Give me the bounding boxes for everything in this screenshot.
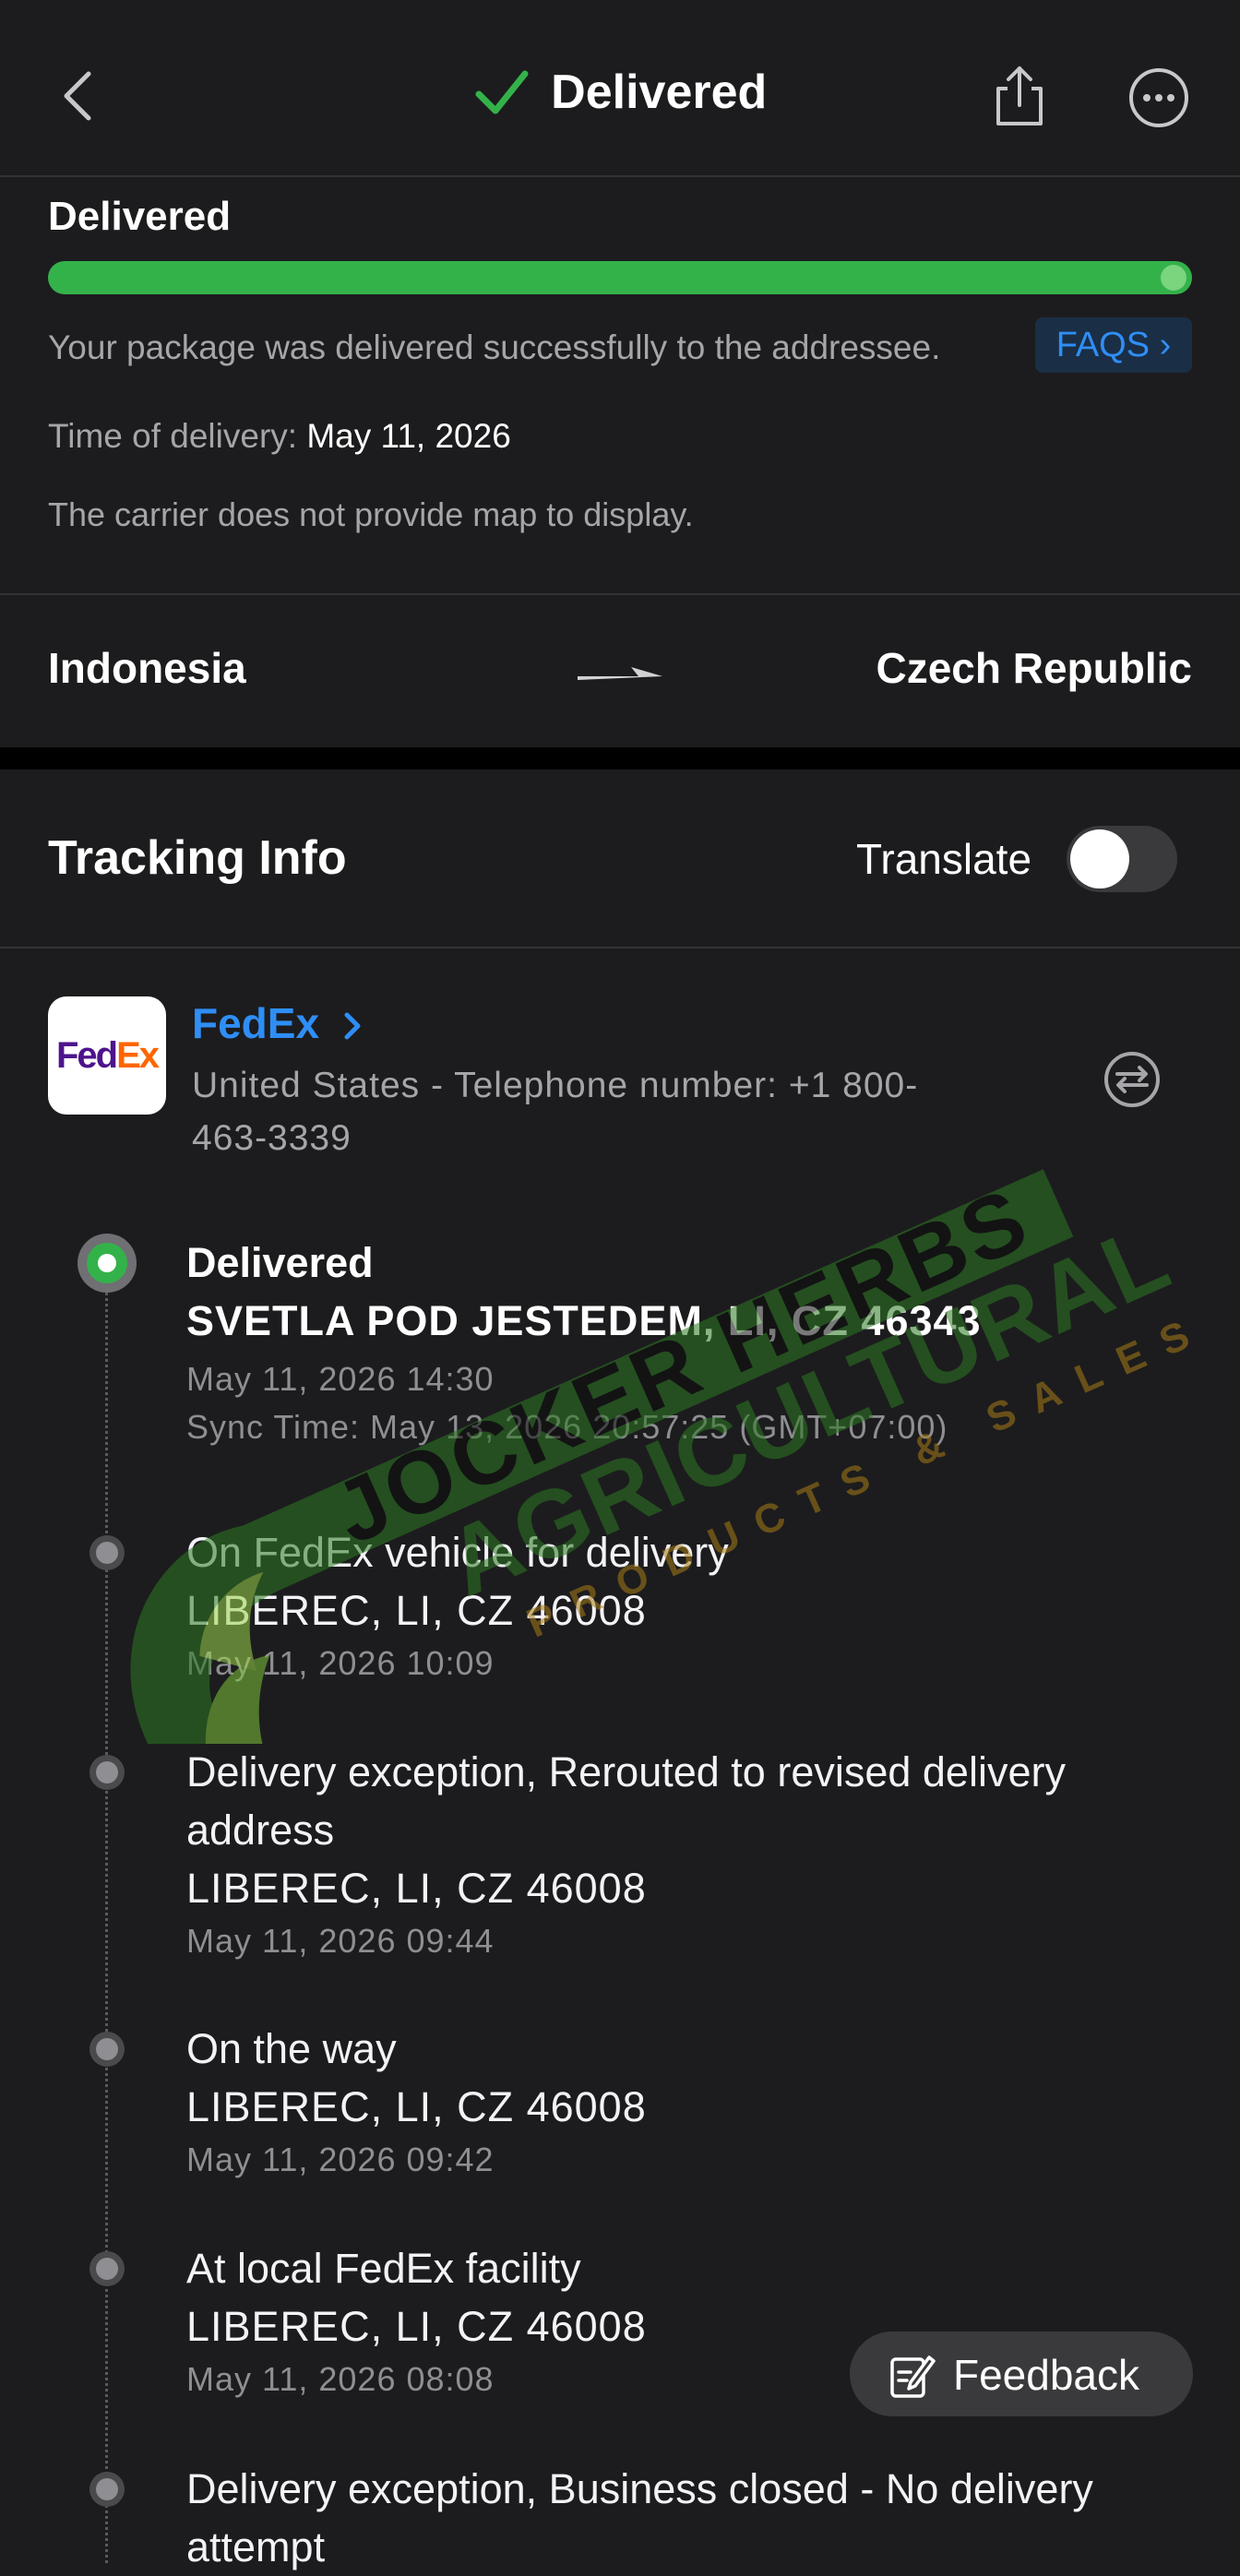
- delivery-status-heading: Delivered: [48, 194, 232, 239]
- share-icon[interactable]: [987, 63, 1052, 129]
- route-arrow-icon: [578, 667, 662, 680]
- page-title: Delivered: [0, 65, 1240, 120]
- event-status: Delivery exception, Business closed - No…: [186, 2465, 1093, 2570]
- delivery-time-value: May 11, 2026: [306, 417, 511, 455]
- event-status: Delivered: [186, 1239, 374, 1286]
- event-time: May 11, 2026 14:30: [186, 1360, 495, 1398]
- destination-country: Czech Republic: [876, 644, 1192, 692]
- timeline-dot: [96, 2478, 118, 2500]
- timeline-active-dot: [78, 1234, 137, 1293]
- delivery-description: Your package was delivered successfully …: [48, 328, 941, 366]
- translate-toggle[interactable]: [1067, 826, 1177, 892]
- tracking-info-title: Tracking Info: [48, 831, 347, 885]
- delivery-time-label: Time of delivery:: [48, 417, 298, 455]
- map-unavailable-note: The carrier does not provide map to disp…: [48, 495, 694, 533]
- event-status: Delivery exception, Rerouted to revised …: [186, 1748, 1066, 1854]
- delivery-progress-fill: [48, 261, 1192, 294]
- event-status: On FedEx vehicle for delivery: [186, 1529, 729, 1576]
- carrier-contact-info: United States - Telephone number: +1 800…: [192, 1066, 919, 1158]
- translate-label: Translate: [856, 835, 1032, 883]
- checkmark-icon: [475, 70, 529, 114]
- progress-end-marker: [1161, 265, 1186, 291]
- divider: [0, 947, 1240, 948]
- delivery-progress-bar: [48, 261, 1192, 294]
- event-status: On the way: [186, 2025, 397, 2072]
- event-status: At local FedEx facility: [186, 2245, 581, 2292]
- timeline-connector: [105, 1264, 108, 2563]
- timeline-dot: [96, 1761, 118, 1783]
- delivery-time-row: Time of delivery: May 11, 2026: [48, 417, 511, 456]
- toggle-knob: [1070, 829, 1129, 888]
- edit-note-icon: [890, 2355, 936, 2398]
- event-sync-time: Sync Time: May 13, 2026 20:57:25 (GMT+07…: [186, 1408, 948, 1446]
- page-title-text: Delivered: [551, 66, 768, 119]
- event-time: May 11, 2026 09:42: [186, 2141, 495, 2178]
- event-location: LIBEREC, LI, CZ 46008: [186, 1587, 647, 1634]
- fedex-logo[interactable]: FedEx: [48, 996, 166, 1115]
- event-location: LIBEREC, LI, CZ 46008: [186, 1865, 647, 1912]
- event-time: May 11, 2026 10:09: [186, 1644, 495, 1682]
- event-location: LIBEREC, LI, CZ 46008: [186, 2083, 647, 2130]
- feedback-label: Feedback: [953, 2351, 1140, 2399]
- origin-country: Indonesia: [48, 644, 246, 692]
- event-time: May 11, 2026 09:44: [186, 1922, 495, 1960]
- timeline-dot: [96, 2258, 118, 2280]
- carrier-name-link[interactable]: FedEx: [192, 998, 319, 1048]
- chevron-right-icon[interactable]: [341, 1008, 364, 1044]
- feedback-button[interactable]: Feedback: [850, 2332, 1193, 2416]
- timeline-dot: [96, 1542, 118, 1564]
- route-row: Indonesia Czech Republic: [0, 595, 1240, 747]
- top-navigation-bar: Delivered: [0, 0, 1240, 177]
- faqs-button[interactable]: FAQS ›: [1035, 317, 1192, 373]
- section-separator: [0, 747, 1240, 769]
- timeline-dot: [96, 2038, 118, 2060]
- switch-carrier-icon[interactable]: [1103, 1050, 1162, 1109]
- more-icon[interactable]: [1127, 66, 1190, 129]
- event-location: SVETLA POD JESTEDEM, LI, CZ 46343: [186, 1297, 982, 1344]
- fedex-logo-text: FedEx: [55, 1035, 160, 1076]
